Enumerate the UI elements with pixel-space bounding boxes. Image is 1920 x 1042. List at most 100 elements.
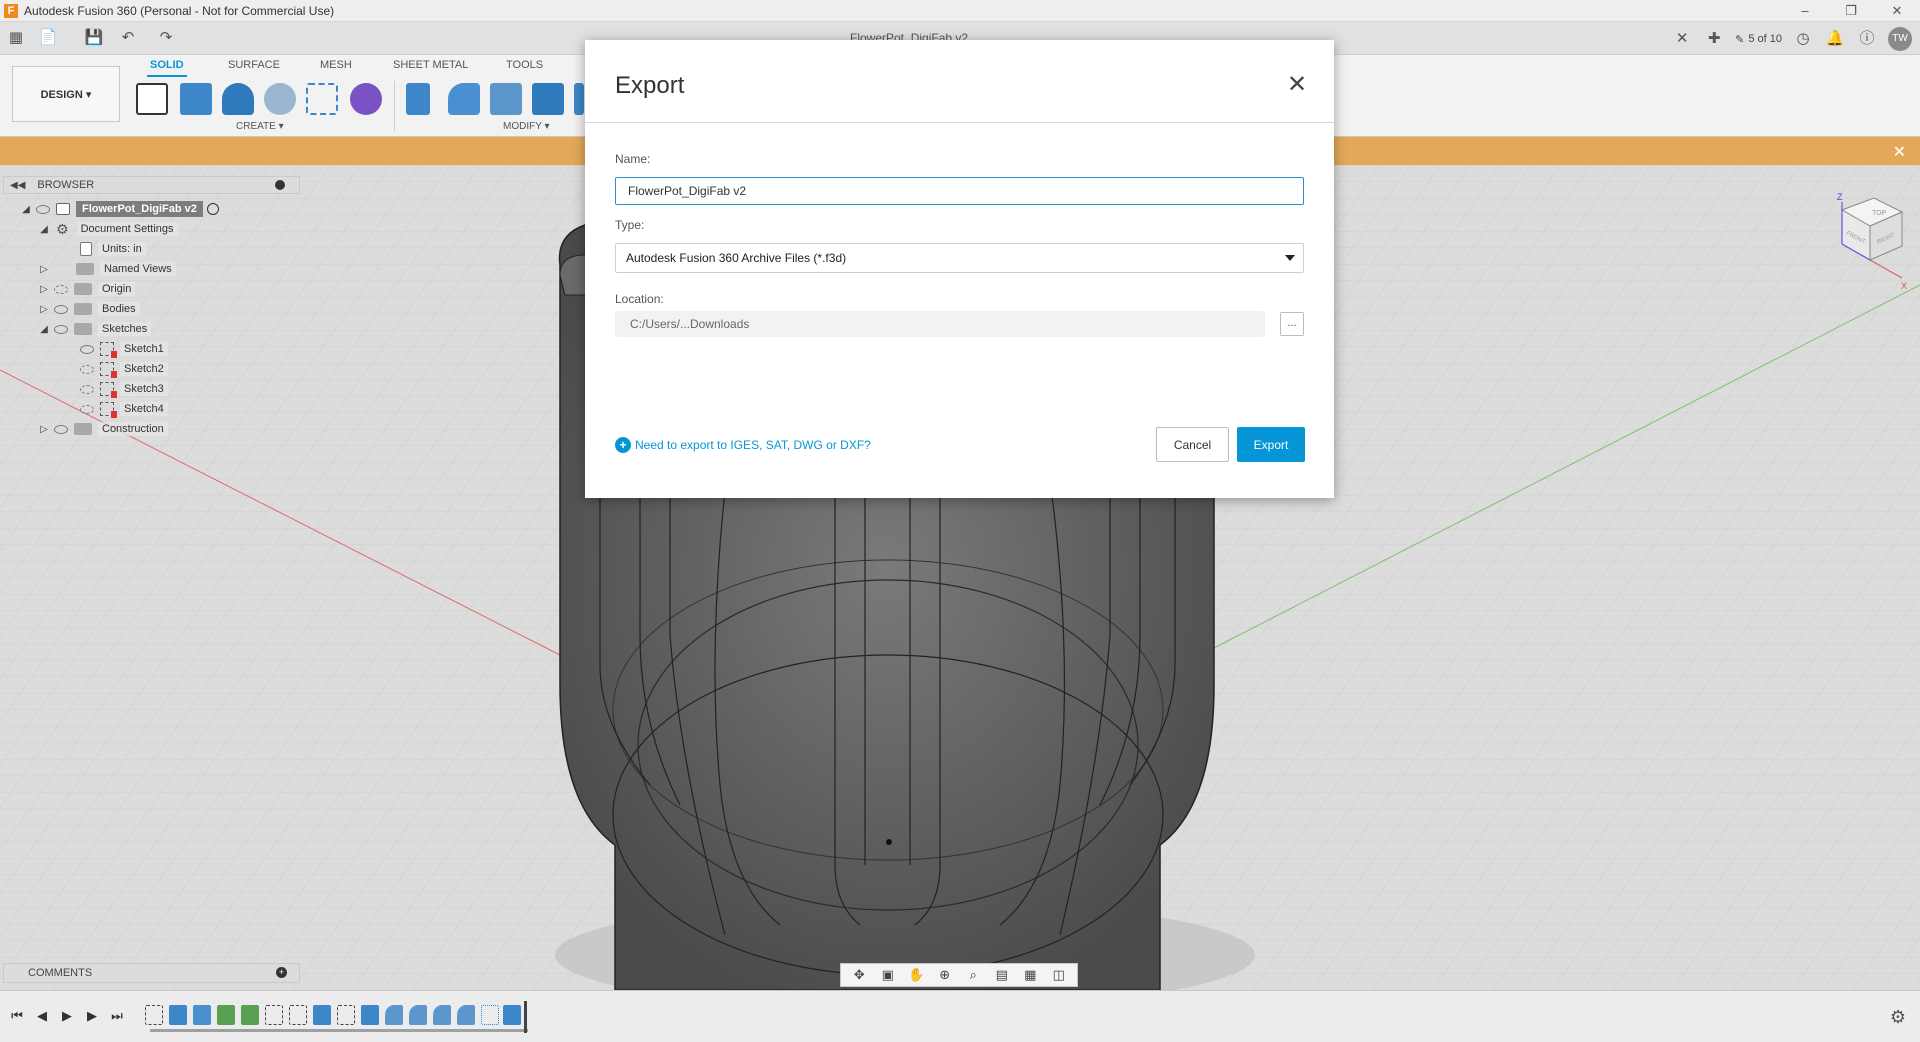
save-icon[interactable]: 💾 bbox=[84, 28, 104, 48]
browser-item-named-views[interactable]: ▷ Named Views bbox=[38, 259, 176, 279]
pan-hand-icon[interactable]: ✋ bbox=[906, 967, 926, 983]
browser-item-origin[interactable]: ▷ Origin bbox=[38, 279, 136, 299]
browser-item-sketch3[interactable]: Sketch3 bbox=[76, 379, 168, 399]
browser-item-sketch2[interactable]: Sketch2 bbox=[76, 359, 168, 379]
dialog-close-icon[interactable]: ✕ bbox=[1286, 73, 1308, 97]
timeline-pattern-icon[interactable] bbox=[481, 1005, 499, 1025]
apps-grid-icon[interactable]: ▦ bbox=[6, 28, 26, 48]
browser-item-sketches[interactable]: ◢ Sketches bbox=[38, 319, 152, 339]
visibility-eye-icon[interactable] bbox=[54, 424, 68, 434]
create-sketch-icon[interactable] bbox=[136, 83, 168, 115]
workspace-switcher[interactable]: DESIGN ▾ bbox=[12, 66, 120, 122]
display-settings-icon[interactable]: ▤ bbox=[992, 967, 1012, 983]
look-at-icon[interactable]: ▣ bbox=[878, 967, 898, 983]
export-button[interactable]: Export bbox=[1237, 427, 1305, 462]
timeline-feature-icon[interactable] bbox=[313, 1005, 331, 1025]
expanded-triangle-icon[interactable]: ◢ bbox=[20, 204, 32, 215]
collapsed-triangle-icon[interactable]: ▷ bbox=[38, 304, 50, 315]
hole-icon[interactable] bbox=[264, 83, 296, 115]
timeline-fillet-icon[interactable] bbox=[457, 1005, 475, 1025]
name-input[interactable] bbox=[615, 177, 1304, 205]
expanded-triangle-icon[interactable]: ◢ bbox=[38, 324, 50, 335]
notification-close-icon[interactable]: ✕ bbox=[1893, 142, 1906, 162]
create-group-label[interactable]: CREATE ▾ bbox=[236, 121, 284, 132]
timeline-sketch-icon[interactable] bbox=[289, 1005, 307, 1025]
timeline-settings-gear-icon[interactable]: ⚙ bbox=[1890, 1007, 1906, 1028]
step-forward-icon[interactable]: ▶ bbox=[83, 1007, 101, 1025]
user-avatar[interactable]: TW bbox=[1888, 27, 1912, 51]
tab-sheet-metal[interactable]: SHEET METAL bbox=[393, 59, 468, 71]
timeline-extrude-icon[interactable] bbox=[361, 1005, 379, 1025]
cancel-button[interactable]: Cancel bbox=[1156, 427, 1229, 462]
press-pull-icon[interactable] bbox=[406, 83, 430, 115]
hidden-eye-icon[interactable] bbox=[80, 384, 94, 394]
grid-settings-icon[interactable]: ▦ bbox=[1020, 967, 1040, 983]
revolve-icon[interactable] bbox=[222, 83, 254, 115]
export-formats-help-link[interactable]: + Need to export to IGES, SAT, DWG or DX… bbox=[615, 437, 871, 453]
browser-item-units[interactable]: Units: in bbox=[78, 239, 146, 259]
browser-item-sketch1[interactable]: Sketch1 bbox=[76, 339, 168, 359]
close-icon[interactable]: ✕ bbox=[1874, 0, 1920, 22]
activate-radio-icon[interactable] bbox=[206, 203, 219, 215]
fit-zoom-icon[interactable]: ⌕ bbox=[963, 967, 983, 983]
timeline-loft-icon[interactable] bbox=[241, 1005, 259, 1025]
job-status-icon[interactable]: ◷ bbox=[1792, 28, 1814, 50]
timeline-sketch-icon[interactable] bbox=[265, 1005, 283, 1025]
version-indicator[interactable]: ✎ 5 of 10 bbox=[1735, 33, 1782, 46]
timeline-fillet-icon[interactable] bbox=[433, 1005, 451, 1025]
expanded-triangle-icon[interactable]: ◢ bbox=[38, 224, 50, 235]
tab-surface[interactable]: SURFACE bbox=[228, 59, 280, 71]
more-modify-icon[interactable] bbox=[574, 83, 584, 115]
timeline-feature-icon[interactable] bbox=[193, 1005, 211, 1025]
timeline-loft-icon[interactable] bbox=[217, 1005, 235, 1025]
viewports-icon[interactable]: ◫ bbox=[1049, 967, 1069, 983]
timeline-sketch-icon[interactable] bbox=[145, 1005, 163, 1025]
browser-item-construction[interactable]: ▷ Construction bbox=[38, 419, 168, 439]
extrude-icon[interactable] bbox=[180, 83, 212, 115]
add-comment-icon[interactable]: + bbox=[276, 967, 287, 978]
tab-solid[interactable]: SOLID bbox=[150, 59, 184, 71]
zoom-icon[interactable]: ⊕ bbox=[935, 967, 955, 983]
tab-tools[interactable]: TOOLS bbox=[506, 59, 543, 71]
location-field[interactable]: C:/Users/...Downloads bbox=[615, 311, 1265, 337]
visibility-eye-icon[interactable] bbox=[36, 204, 50, 214]
minimize-icon[interactable]: – bbox=[1782, 0, 1828, 22]
hidden-eye-icon[interactable] bbox=[80, 364, 94, 374]
browser-item-bodies[interactable]: ▷ Bodies bbox=[38, 299, 140, 319]
orbit-icon[interactable]: ✥ bbox=[849, 967, 869, 983]
collapse-browser-icon[interactable]: ◀◀ bbox=[10, 180, 25, 191]
go-to-start-icon[interactable]: ⏮ bbox=[8, 1007, 26, 1025]
hidden-eye-icon[interactable] bbox=[80, 404, 94, 414]
tab-mesh[interactable]: MESH bbox=[320, 59, 352, 71]
timeline-fillet-icon[interactable] bbox=[385, 1005, 403, 1025]
collapsed-triangle-icon[interactable]: ▷ bbox=[38, 424, 50, 435]
notifications-bell-icon[interactable]: 🔔 bbox=[1824, 28, 1846, 50]
timeline-feature-icon[interactable] bbox=[503, 1005, 521, 1025]
timeline-sketch-icon[interactable] bbox=[337, 1005, 355, 1025]
visibility-eye-icon[interactable] bbox=[54, 304, 68, 314]
play-icon[interactable]: ▶ bbox=[58, 1007, 76, 1025]
browser-header[interactable]: ◀◀ BROWSER bbox=[3, 176, 300, 194]
fillet-icon[interactable] bbox=[448, 83, 480, 115]
visibility-eye-icon[interactable] bbox=[80, 344, 94, 354]
close-tab-icon[interactable]: ✕ bbox=[1671, 28, 1693, 50]
go-to-end-icon[interactable]: ⏭ bbox=[108, 1007, 126, 1025]
collapsed-triangle-icon[interactable]: ▷ bbox=[38, 284, 50, 295]
browse-location-button[interactable]: ... bbox=[1280, 312, 1304, 336]
modify-group-label[interactable]: MODIFY ▾ bbox=[503, 121, 550, 132]
new-tab-icon[interactable]: ✚ bbox=[1703, 28, 1725, 50]
step-back-icon[interactable]: ◀ bbox=[33, 1007, 51, 1025]
timeline-extrude-icon[interactable] bbox=[169, 1005, 187, 1025]
hidden-eye-icon[interactable] bbox=[54, 284, 68, 294]
browser-item-document-settings[interactable]: ◢ ⚙ Document Settings bbox=[38, 219, 178, 239]
undo-icon[interactable]: ↶ bbox=[118, 28, 138, 48]
visibility-eye-icon[interactable] bbox=[54, 324, 68, 334]
browser-item-sketch4[interactable]: Sketch4 bbox=[76, 399, 168, 419]
file-menu-icon[interactable]: 📄 bbox=[38, 28, 58, 48]
file-type-select[interactable]: Autodesk Fusion 360 Archive Files (*.f3d… bbox=[615, 243, 1304, 273]
browser-root-item[interactable]: ◢ FlowerPot_DigiFab v2 bbox=[20, 199, 219, 219]
timeline-fillet-icon[interactable] bbox=[409, 1005, 427, 1025]
form-icon[interactable] bbox=[350, 83, 382, 115]
collapsed-triangle-icon[interactable]: ▷ bbox=[38, 264, 50, 275]
chamfer-icon[interactable] bbox=[490, 83, 522, 115]
